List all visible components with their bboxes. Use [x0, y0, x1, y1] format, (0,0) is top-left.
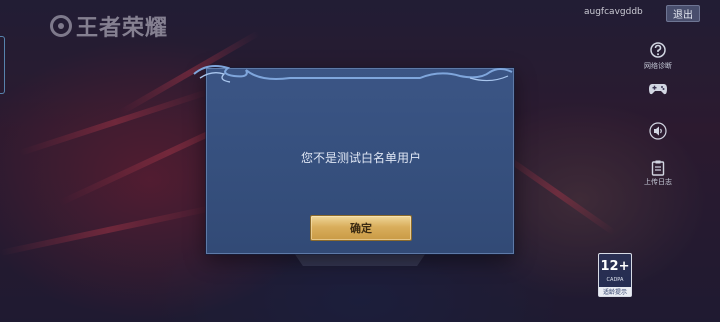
gamepad-button[interactable] — [638, 82, 678, 96]
upload-log-button[interactable]: 上传日志 — [638, 160, 678, 187]
clipboard-icon — [651, 160, 665, 176]
exit-button[interactable]: 退出 — [666, 5, 700, 22]
game-logo: 王者荣耀 — [50, 10, 168, 42]
speaker-icon — [649, 122, 667, 140]
age-rating-org: CADPA — [606, 277, 624, 283]
gamepad-icon — [649, 84, 667, 95]
side-pull-tab[interactable] — [0, 36, 5, 94]
age-rating-footer: 适龄提示 — [599, 287, 631, 296]
logo-mark-icon — [50, 15, 72, 37]
age-rating-badge: 12+ CADPA 适龄提示 — [598, 253, 632, 297]
confirm-button[interactable]: 确定 — [310, 215, 412, 241]
alert-dialog: 您不是测试白名单用户 确定 — [206, 68, 514, 254]
game-login-screen: 王者荣耀 augfcavgddb 退出 网络诊断 上传日志 12+ CADPA … — [0, 0, 720, 322]
sound-button[interactable] — [638, 122, 678, 140]
side-menu-label: 上传日志 — [644, 178, 672, 186]
network-diagnose-button[interactable]: 网络诊断 — [638, 42, 678, 71]
side-menu-label: 网络诊断 — [644, 62, 672, 70]
age-rating-number: 12+ — [600, 259, 630, 274]
dialog-message: 您不是测试白名单用户 — [300, 151, 421, 165]
username-label: augfcavgddb — [584, 7, 643, 17]
logo-text: 王者荣耀 — [76, 15, 169, 41]
question-icon — [650, 42, 666, 58]
